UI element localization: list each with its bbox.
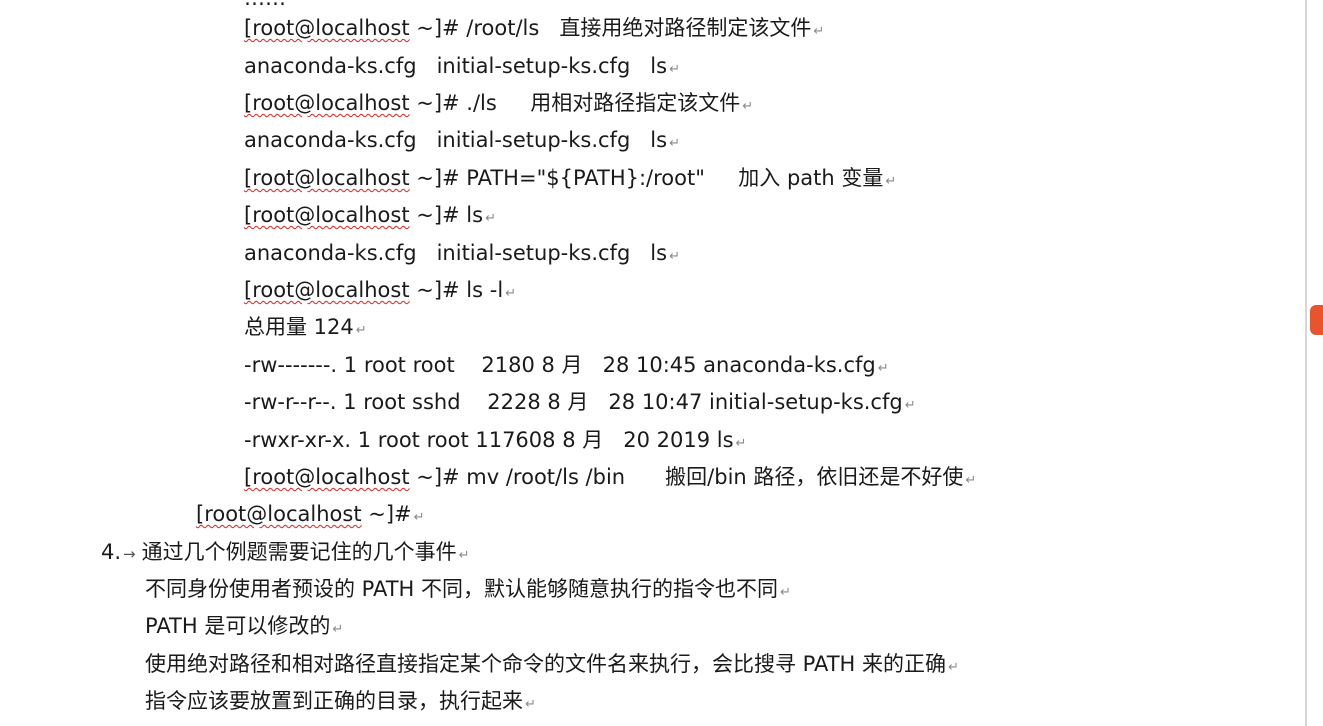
paragraph-mark-icon: ↵ xyxy=(877,361,889,376)
code-line: [root@localhost ~]# /root/ls 直接用绝对路径制定该文… xyxy=(244,11,824,45)
command-text: ~]# mv /root/ls /bin 搬回/bin 路径，依旧还是不好使 xyxy=(409,465,964,489)
paragraph-mark-icon: ↵ xyxy=(669,62,680,77)
output-text: 总用量 124 xyxy=(244,315,354,339)
prompt-text: [root@localhost xyxy=(244,16,410,40)
paragraph-mark-icon: ↵ xyxy=(904,398,916,413)
paragraph-mark-icon: ↵ xyxy=(813,24,825,39)
paragraph-mark-icon: ↵ xyxy=(885,174,897,189)
code-line: -rwxr-xr-x. 1 root root 117608 8 月 20 20… xyxy=(244,423,746,457)
paragraph-mark-icon: ↵ xyxy=(458,548,470,563)
input-method-badge-icon[interactable] xyxy=(1310,305,1323,335)
code-line: -rw-r--r--. 1 root sshd 2228 8 月 28 10:4… xyxy=(244,385,916,419)
output-text: anaconda-ks.cfg initial-setup-ks.cfg ls xyxy=(244,241,668,265)
code-line: [root@localhost ~]# ./ls 用相对路径指定该文件 ↵ xyxy=(244,86,753,120)
final-prompt-line: [root@localhost ~]# ↵ xyxy=(196,497,425,531)
section-heading-text: 通过几个例题需要记住的几个事件 xyxy=(141,540,457,564)
list-item-text: 使用绝对路径和相对路径直接指定某个命令的文件名来执行，会比搜寻 PATH 来的正… xyxy=(145,652,947,676)
code-line: [root@localhost ~]# ls -l ↵ xyxy=(244,273,516,307)
list-item: 使用绝对路径和相对路径直接指定某个命令的文件名来执行，会比搜寻 PATH 来的正… xyxy=(145,647,959,681)
command-text: ~]# PATH="${PATH}:/root" 加入 path 变量 xyxy=(409,166,884,190)
paragraph-mark-icon: ↵ xyxy=(413,510,425,525)
page-margin xyxy=(1307,0,1323,726)
prompt-text: [root@localhost xyxy=(244,203,410,227)
paragraph-mark-icon: ↵ xyxy=(669,249,680,264)
prompt-text: [root@localhost xyxy=(244,278,410,302)
output-text: -rwxr-xr-x. 1 root root 117608 8 月 20 20… xyxy=(244,428,734,452)
section-heading: 4. → 通过几个例题需要记住的几个事件 ↵ xyxy=(101,535,470,569)
code-line: anaconda-ks.cfg initial-setup-ks.cfg ls ↵ xyxy=(244,123,680,157)
paragraph-mark-icon: ↵ xyxy=(525,697,536,712)
paragraph-mark-icon: ↵ xyxy=(355,323,367,338)
code-line: -rw-------. 1 root root 2180 8 月 28 10:4… xyxy=(244,348,889,382)
paragraph-mark-icon: ↵ xyxy=(948,660,959,675)
output-text: anaconda-ks.cfg initial-setup-ks.cfg ls xyxy=(244,54,668,78)
prompt-text: [root@localhost xyxy=(244,166,410,190)
list-item: PATH 是可以修改的 ↵ xyxy=(145,609,343,643)
output-text: anaconda-ks.cfg initial-setup-ks.cfg ls xyxy=(244,128,668,152)
list-item: 指令应该要放置到正确的目录，执行起来 ↵ xyxy=(145,684,536,718)
output-text: -rw-r--r--. 1 root sshd 2228 8 月 28 10:4… xyxy=(244,390,903,414)
code-line: [root@localhost ~]# ls ↵ xyxy=(244,198,496,232)
prompt-text: [root@localhost xyxy=(196,502,362,526)
section-number: 4. xyxy=(101,540,122,564)
paragraph-mark-icon: ↵ xyxy=(505,286,517,301)
code-line: anaconda-ks.cfg initial-setup-ks.cfg ls ↵ xyxy=(244,236,680,270)
list-item-text: PATH 是可以修改的 xyxy=(145,614,331,638)
list-item: 不同身份使用者预设的 PATH 不同，默认能够随意执行的指令也不同 ↵ xyxy=(145,572,791,606)
page-border xyxy=(1305,0,1307,726)
code-line: anaconda-ks.cfg initial-setup-ks.cfg ls ↵ xyxy=(244,49,680,83)
command-text: ~]# ./ls 用相对路径指定该文件 xyxy=(409,91,741,115)
partial-top-line: …… xyxy=(244,0,286,10)
tab-arrow-icon: → xyxy=(123,545,136,563)
command-text: ~]# ls xyxy=(409,203,484,227)
paragraph-mark-icon: ↵ xyxy=(735,436,747,451)
command-text: ~]# ls -l xyxy=(409,278,504,302)
code-line: [root@localhost ~]# PATH="${PATH}:/root"… xyxy=(244,161,896,195)
prompt-text: [root@localhost xyxy=(244,91,410,115)
paragraph-mark-icon: ↵ xyxy=(965,473,977,488)
paragraph-mark-icon: ↵ xyxy=(332,622,344,637)
output-text: -rw-------. 1 root root 2180 8 月 28 10:4… xyxy=(244,353,876,377)
paragraph-mark-icon: ↵ xyxy=(742,99,754,114)
list-item-text: 不同身份使用者预设的 PATH 不同，默认能够随意执行的指令也不同 xyxy=(145,577,779,601)
paragraph-mark-icon: ↵ xyxy=(485,211,496,226)
prompt-text: [root@localhost xyxy=(244,465,410,489)
list-item-text: 指令应该要放置到正确的目录，执行起来 xyxy=(145,689,523,713)
paragraph-mark-icon: ↵ xyxy=(669,136,680,151)
command-text: ~]# xyxy=(361,502,412,526)
command-text: ~]# /root/ls 直接用绝对路径制定该文件 xyxy=(409,16,812,40)
code-line: 总用量 124 ↵ xyxy=(244,310,367,344)
code-line: [root@localhost ~]# mv /root/ls /bin 搬回/… xyxy=(244,460,976,494)
paragraph-mark-icon: ↵ xyxy=(780,585,791,600)
